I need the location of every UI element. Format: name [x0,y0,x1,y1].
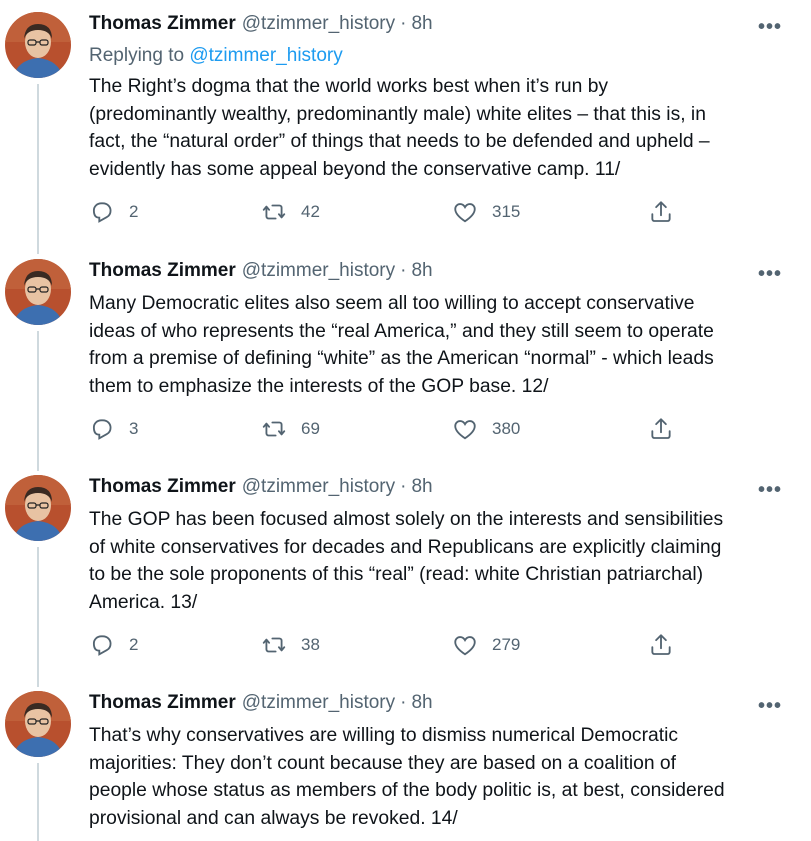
separator: · [400,692,407,713]
timestamp[interactable]: 8h [411,692,432,714]
tweet-text-line: That’s why conservatives are willing to … [89,725,678,746]
more-icon[interactable]: ••• [758,696,782,716]
tweet-thread: Thomas Zimmer @tzimmer_history · 8h ••• … [0,0,811,841]
tweet-text-line: provisional and can always be revoked. 1… [89,807,458,829]
tweet-text-line: majorities: They don’t count because the… [89,752,677,774]
author-handle[interactable]: @tzimmer_history [242,692,395,714]
author-name[interactable]: Thomas Zimmer [89,692,236,714]
tweet-text: That’s why conservatives are willing to … [89,722,789,832]
tweet[interactable]: Thomas Zimmer @tzimmer_history · 8h ••• … [0,0,811,841]
tweet-header: Thomas Zimmer @tzimmer_history · 8h [89,692,433,714]
avatar[interactable] [5,691,71,757]
tweet-text-line: people whose status as members of the bo… [89,780,725,801]
